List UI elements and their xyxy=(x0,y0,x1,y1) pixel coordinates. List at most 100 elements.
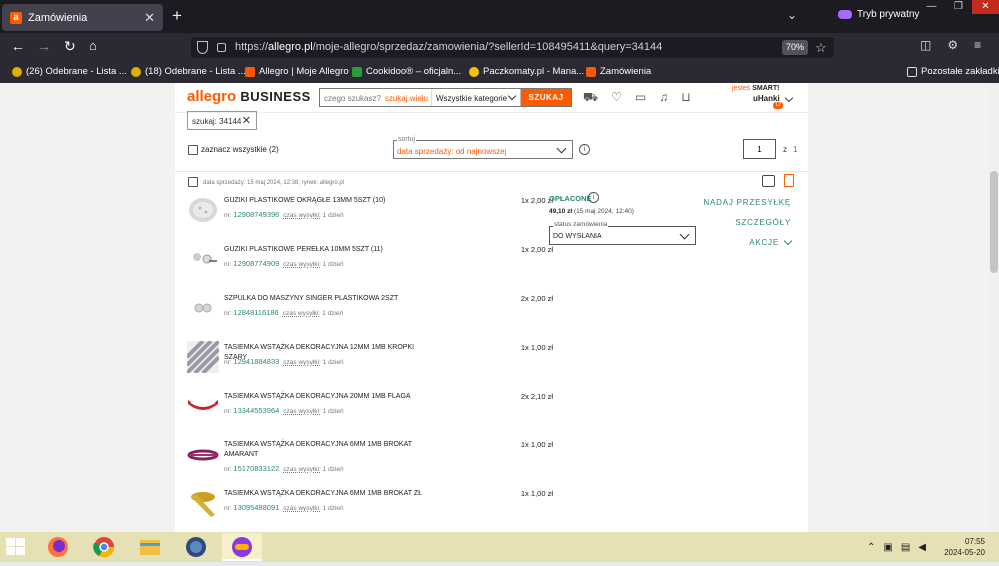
add-shipment-icon[interactable] xyxy=(762,175,775,187)
sort-info-icon[interactable]: i xyxy=(579,144,590,155)
item-name[interactable]: SZPULKA DO MASZYNY SINGER PLASTIKOWA 2sz… xyxy=(224,294,429,304)
order-status-select[interactable]: DO WYSŁANIA xyxy=(549,226,696,245)
system-clock[interactable]: 07:55 2024-05-20 xyxy=(940,536,985,558)
pocket-icon[interactable]: ◫ xyxy=(920,38,931,52)
product-thumbnail[interactable] xyxy=(187,194,219,226)
product-thumbnail[interactable] xyxy=(187,243,219,275)
show-hidden-icons-icon[interactable]: ⌃ xyxy=(867,542,875,553)
remove-filter-icon[interactable]: ✕ xyxy=(242,114,251,127)
tab-title: Zamówienia xyxy=(28,11,88,24)
select-all-label: zaznacz wszystkie (2) xyxy=(201,145,279,154)
actions-button[interactable]: AKCJE xyxy=(695,238,779,247)
orders-content: allegro BUSINESS czego szukasz? szukaj wi… xyxy=(175,83,808,532)
actions-chevron-icon[interactable] xyxy=(783,236,793,246)
list-tabs-chevron-icon[interactable]: ⌄ xyxy=(787,8,797,22)
bell-icon[interactable]: ♫ xyxy=(659,90,668,106)
chrome-taskbar-icon[interactable] xyxy=(84,533,124,561)
bookmark-item[interactable]: (26) Odebrane - Lista ... xyxy=(12,66,127,77)
user-menu-chevron-icon[interactable] xyxy=(784,93,794,103)
allegro-business-logo[interactable]: allegro BUSINESS xyxy=(187,88,311,105)
heart-icon[interactable]: ♡ xyxy=(611,90,622,106)
file-explorer-taskbar-icon[interactable] xyxy=(130,533,170,561)
product-thumbnail[interactable] xyxy=(187,390,219,422)
last-page-link[interactable]: 1 xyxy=(793,145,797,154)
item-number-link[interactable]: 15170833122 xyxy=(233,464,279,473)
lock-icon[interactable] xyxy=(217,43,226,52)
item-name[interactable]: TASIEMKA WSTĄŻKA DEKORACYJNA 6mm 1mb BRO… xyxy=(224,440,429,460)
item-quantity-price: 1x 1,00 zł xyxy=(520,343,553,352)
ship-parcel-button[interactable]: NADAJ PRZESYŁKĘ xyxy=(695,198,791,207)
category-select[interactable]: Wszystkie kategorie xyxy=(432,89,521,106)
page-scrollbar[interactable] xyxy=(989,83,999,532)
search-form: czego szukasz? szukaj wielu Wszystkie kat… xyxy=(319,88,572,107)
order-status-label: status zamówienia xyxy=(553,221,609,228)
extensions-icon[interactable]: ⚙ xyxy=(947,38,958,52)
minimize-button[interactable]: — xyxy=(918,0,945,14)
item-name[interactable]: GUZIKI PLASTIKOWE OKRĄGŁE 13mm 5szt (10) xyxy=(224,196,429,206)
firefox-private-taskbar-icon[interactable] xyxy=(222,533,262,561)
bookmark-item[interactable]: Paczkomaty.pl - Mana... xyxy=(469,66,584,77)
product-thumbnail[interactable] xyxy=(187,438,219,470)
bookmark-favicon-icon xyxy=(469,66,479,77)
back-arrow-icon[interactable]: ← xyxy=(11,38,25,54)
item-number-link[interactable]: 12908774909 xyxy=(233,259,279,268)
bookmark-star-icon[interactable]: ☆ xyxy=(815,37,827,58)
order-checkbox[interactable] xyxy=(188,177,198,187)
reload-icon[interactable]: ↻ xyxy=(64,38,76,55)
web-page: allegro BUSINESS czego szukasz? szukaj wi… xyxy=(0,83,999,532)
notification-count: 12 xyxy=(773,102,783,109)
app-taskbar-icon[interactable] xyxy=(176,533,216,561)
payment-info-icon[interactable]: i xyxy=(588,192,599,203)
item-name[interactable]: TASIEMKA WSTĄŻKA DEKORACYJNA 20mm 1mb FL… xyxy=(224,392,429,402)
search-button[interactable]: SZUKAJ xyxy=(521,89,571,106)
search-many-link[interactable]: szukaj wielu xyxy=(385,94,428,103)
search-input[interactable]: czego szukasz? szukaj wielu xyxy=(320,89,432,106)
product-thumbnail[interactable] xyxy=(187,292,219,324)
sort-select[interactable]: data sprzedaży: od najnowszej xyxy=(393,140,573,159)
tab-zamowienia[interactable]: a Zamówienia ✕ xyxy=(2,4,163,31)
bookmark-item[interactable]: (18) Odebrane - Lista ... xyxy=(131,66,246,77)
network-error-icon[interactable]: ▣ xyxy=(883,542,892,553)
zoom-level-button[interactable]: 70% xyxy=(782,40,808,55)
other-bookmarks[interactable]: Pozostałe zakładki xyxy=(907,66,999,77)
url-domain: allegro.pl xyxy=(268,41,313,53)
item-number-link[interactable]: 12848116186 xyxy=(233,308,278,317)
volume-icon[interactable]: ◀ xyxy=(918,542,926,553)
bookmark-favicon-icon xyxy=(586,66,596,77)
close-window-button[interactable]: ✕ xyxy=(972,0,999,14)
windows-start-icon[interactable] xyxy=(6,538,26,556)
item-number-link[interactable]: 12908749396 xyxy=(233,210,279,219)
item-number-link[interactable]: 13344553964 xyxy=(233,406,279,415)
item-quantity-price: 1x 1,00 zł xyxy=(520,440,553,449)
scrollbar-thumb[interactable] xyxy=(990,171,998,273)
payment-status: OPŁACONE xyxy=(549,194,592,203)
document-icon[interactable] xyxy=(784,174,794,187)
close-tab-icon[interactable]: ✕ xyxy=(144,10,155,26)
item-name[interactable]: GUZIKI PLASTIKOWE PEREŁKA 10mm 5szt (11) xyxy=(224,245,429,255)
item-number-link[interactable]: 12941884833 xyxy=(233,357,279,366)
tracking-shield-icon[interactable] xyxy=(197,41,208,54)
item-number-link[interactable]: 13095488091 xyxy=(233,503,279,512)
url-bar[interactable]: https://allegro.pl/moje-allegro/sprzedaz… xyxy=(191,37,834,58)
product-thumbnail[interactable] xyxy=(187,341,219,373)
details-button[interactable]: SZCZEGÓŁY xyxy=(695,218,791,227)
product-thumbnail[interactable] xyxy=(187,487,219,519)
bookmark-item[interactable]: Allegro | Moje Allegro xyxy=(245,66,349,77)
delivery-truck-icon[interactable]: ⛟ xyxy=(583,90,598,106)
bookmark-item[interactable]: Zamówienia xyxy=(586,66,651,77)
maximize-button[interactable]: ❐ xyxy=(945,0,972,14)
messages-icon[interactable]: ▭ xyxy=(635,90,646,106)
cart-icon[interactable]: ⊔ xyxy=(681,90,690,106)
network-icon[interactable]: ▤ xyxy=(901,542,910,553)
select-all-checkbox[interactable] xyxy=(188,145,198,155)
page-number-input[interactable]: 1 xyxy=(743,139,776,159)
forward-arrow-icon[interactable]: → xyxy=(37,38,51,54)
smart-badge[interactable]: jesteś SMART! xyxy=(732,85,779,92)
bookmark-item[interactable]: Cookidoo® – oficjaln... xyxy=(352,66,461,77)
firefox-taskbar-icon[interactable] xyxy=(38,533,78,561)
menu-icon[interactable]: ≡ xyxy=(974,38,981,52)
item-name[interactable]: TASIEMKA WSTĄŻKA DEKORACYJNA 6mm 1mb BRO… xyxy=(224,489,429,499)
private-mode-label: Tryb prywatny xyxy=(857,9,920,20)
home-icon[interactable]: ⌂ xyxy=(89,38,97,53)
new-tab-button[interactable]: + xyxy=(172,6,182,26)
